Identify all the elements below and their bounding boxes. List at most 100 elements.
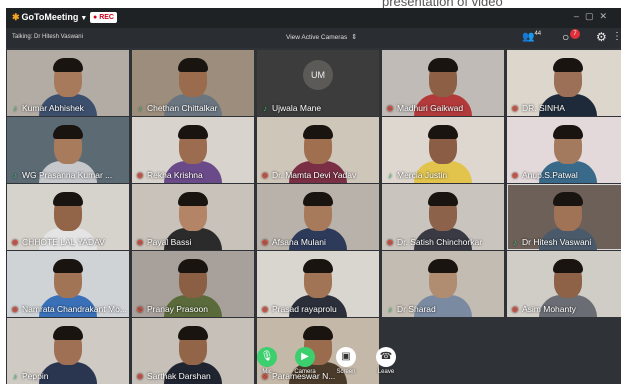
talking-indicator: Talking: Dr Hitesh Vaswani bbox=[12, 34, 83, 40]
participant-tile[interactable]: ♪ Chethan Chittalkar bbox=[132, 50, 254, 116]
microphone-muted-icon: ⊘ bbox=[11, 237, 19, 247]
participant-label: ⊘ Asim Mohanty bbox=[511, 304, 576, 314]
meeting-window: ✱ GoToMeeting ▼ ● REC –▢✕ Talking: Dr Hite… bbox=[6, 8, 621, 384]
participant-label: ♪ Dr Sharad bbox=[386, 304, 436, 314]
participant-tile[interactable]: ⊘ Dr. Mamta Devi Yadav bbox=[257, 117, 379, 183]
participant-name: Pranay Prasoon bbox=[147, 304, 208, 314]
microphone-icon: ♪ bbox=[388, 170, 392, 180]
participant-label: ⊘ Afsana Mulani bbox=[261, 237, 326, 247]
microphone-muted-icon: ⊘ bbox=[261, 170, 269, 180]
participant-name: Mercia Justin bbox=[397, 170, 448, 180]
chat-button[interactable]: ○ 7 bbox=[562, 29, 580, 44]
participant-name: Peppin bbox=[22, 371, 49, 381]
participant-tile[interactable]: ⊘ Afsana Mulani bbox=[257, 184, 379, 250]
participant-tile[interactable]: ♪ WG Prasanna Kumar ... bbox=[7, 117, 129, 183]
participant-label: ⊘ DR. SINHA bbox=[511, 103, 565, 113]
participant-hair bbox=[303, 325, 333, 340]
participant-tile[interactable]: ♪ Kumar Abhishek bbox=[7, 50, 129, 116]
phone-hangup-icon: ☎ bbox=[376, 347, 396, 367]
leave-button[interactable]: ☎ Leave bbox=[371, 347, 401, 375]
participant-tile[interactable]: ⊘ Sarthak Darshan bbox=[132, 318, 254, 384]
participant-name: Chethan Chittalkar bbox=[147, 103, 218, 113]
participant-hair bbox=[53, 325, 83, 340]
participant-name: Sarthak Darshan bbox=[147, 371, 211, 381]
participant-label: ⊘ Dr. Satish Chinchorkar bbox=[386, 237, 482, 247]
participant-tile[interactable]: ♪ Mercia Justin bbox=[382, 117, 504, 183]
participant-hair bbox=[53, 191, 83, 206]
participant-name: Namrata Chandrakant Mo... bbox=[22, 304, 127, 314]
participant-tile[interactable]: ⊘ Prasad rayaprolu bbox=[257, 251, 379, 317]
participant-tile[interactable]: ⊘ Anup.S.Patwal bbox=[507, 117, 621, 183]
participant-name: Ujwala Mane bbox=[272, 103, 322, 113]
view-selector[interactable]: View Active Cameras ⇕ bbox=[286, 33, 357, 41]
screen-share-button[interactable]: ▣ Screen bbox=[331, 347, 361, 375]
participant-label: ♪ WG Prasanna Kumar ... bbox=[11, 170, 112, 180]
participant-hair bbox=[53, 57, 83, 72]
participant-name: WG Prasanna Kumar ... bbox=[22, 170, 113, 180]
participant-hair bbox=[178, 258, 208, 273]
rec-label: REC bbox=[99, 14, 114, 21]
mic-button[interactable]: 🎙 Mic bbox=[252, 347, 282, 375]
participant-hair bbox=[178, 325, 208, 340]
participant-label: ⊘ Rekha Krishna bbox=[136, 170, 203, 180]
more-options-icon[interactable]: ⋮ bbox=[612, 31, 621, 42]
microphone-icon: ♪ bbox=[388, 304, 392, 314]
participant-label: ⊘ Namrata Chandrakant Mo... bbox=[11, 304, 127, 314]
participant-tile[interactable]: ⊘ Rekha Krishna bbox=[132, 117, 254, 183]
participant-hair bbox=[428, 124, 458, 139]
participant-hair bbox=[178, 57, 208, 72]
participant-label: ⊘ Payal Bassi bbox=[136, 237, 192, 247]
chat-badge: 7 bbox=[570, 29, 580, 39]
participant-hair bbox=[428, 191, 458, 206]
participant-label: ⊘ Madhuri Gaikwad bbox=[386, 103, 464, 113]
participant-tile[interactable]: ⊘ CHHOTE LAL YADAV bbox=[7, 184, 129, 250]
participant-tile[interactable]: ⊘ DR. SINHA bbox=[507, 50, 621, 116]
microphone-muted-icon: ⊘ bbox=[386, 237, 394, 247]
microphone-muted-icon: ⊘ bbox=[511, 304, 519, 314]
participant-name: Madhuri Gaikwad bbox=[397, 103, 464, 113]
microphone-muted-icon: ⊘ bbox=[386, 103, 394, 113]
participant-name: Payal Bassi bbox=[147, 237, 192, 247]
mic-label: Mic bbox=[262, 369, 272, 375]
participant-tile[interactable]: ⊘ Asim Mohanty bbox=[507, 251, 621, 317]
participant-tile[interactable]: ♪ Dr Sharad bbox=[382, 251, 504, 317]
attendees-button[interactable]: 👥44 bbox=[522, 31, 541, 42]
participant-tile[interactable]: ♪ Dr Hitesh Vaswani bbox=[507, 184, 621, 250]
microphone-icon: ♪ bbox=[13, 371, 17, 381]
meeting-controls: 🎙 Mic ▶ Camera ▣ Screen ☎ Leave bbox=[252, 347, 402, 384]
settings-gear-icon[interactable]: ⚙ bbox=[596, 30, 607, 44]
participant-hair bbox=[53, 258, 83, 273]
recording-badge[interactable]: ● REC bbox=[90, 12, 117, 23]
camera-label: Camera bbox=[294, 369, 316, 375]
participant-tile[interactable]: UM ♪ Ujwala Mane bbox=[257, 50, 379, 116]
app-title: GoToMeeting bbox=[21, 12, 79, 22]
chat-icon: ○ bbox=[562, 30, 570, 44]
view-label: View Active Cameras bbox=[286, 34, 348, 41]
participant-tile[interactable]: ♪ Peppin bbox=[7, 318, 129, 384]
participant-tile[interactable]: ⊘ Payal Bassi bbox=[132, 184, 254, 250]
app-menu[interactable]: ✱ GoToMeeting ▼ bbox=[12, 12, 87, 23]
participant-tile[interactable]: ⊘ Dr. Satish Chinchorkar bbox=[382, 184, 504, 250]
participant-label: ⊘ Dr. Mamta Devi Yadav bbox=[261, 170, 357, 180]
avatar-initials: UM bbox=[303, 60, 333, 90]
screen-label: Screen bbox=[336, 369, 356, 375]
minimize-button[interactable]: – bbox=[574, 11, 585, 21]
microphone-muted-icon: ⊘ bbox=[261, 237, 269, 247]
microphone-muted-icon: ⊘ bbox=[136, 237, 144, 247]
switch-icon: ⇕ bbox=[351, 34, 358, 41]
participant-label: ⊘ Sarthak Darshan bbox=[136, 371, 211, 381]
participant-hair bbox=[178, 191, 208, 206]
participant-tile[interactable]: ⊘ Pranay Prasoon bbox=[132, 251, 254, 317]
camera-button[interactable]: ▶ Camera bbox=[290, 347, 320, 375]
participant-tile[interactable]: ⊘ Namrata Chandrakant Mo... bbox=[7, 251, 129, 317]
participant-name: Kumar Abhishek bbox=[22, 103, 84, 113]
attendee-count: 44 bbox=[534, 31, 542, 37]
microphone-muted-icon: ⊘ bbox=[511, 170, 519, 180]
participant-name: Dr. Mamta Devi Yadav bbox=[272, 170, 357, 180]
microphone-muted-icon: ⊘ bbox=[11, 304, 19, 314]
microphone-icon: 🎙 bbox=[257, 347, 277, 367]
participant-tile[interactable]: ⊘ Madhuri Gaikwad bbox=[382, 50, 504, 116]
restore-button[interactable]: ▢ bbox=[585, 11, 600, 21]
close-button[interactable]: ✕ bbox=[599, 11, 613, 21]
info-bar: Talking: Dr Hitesh Vaswani View Active C… bbox=[6, 28, 621, 48]
